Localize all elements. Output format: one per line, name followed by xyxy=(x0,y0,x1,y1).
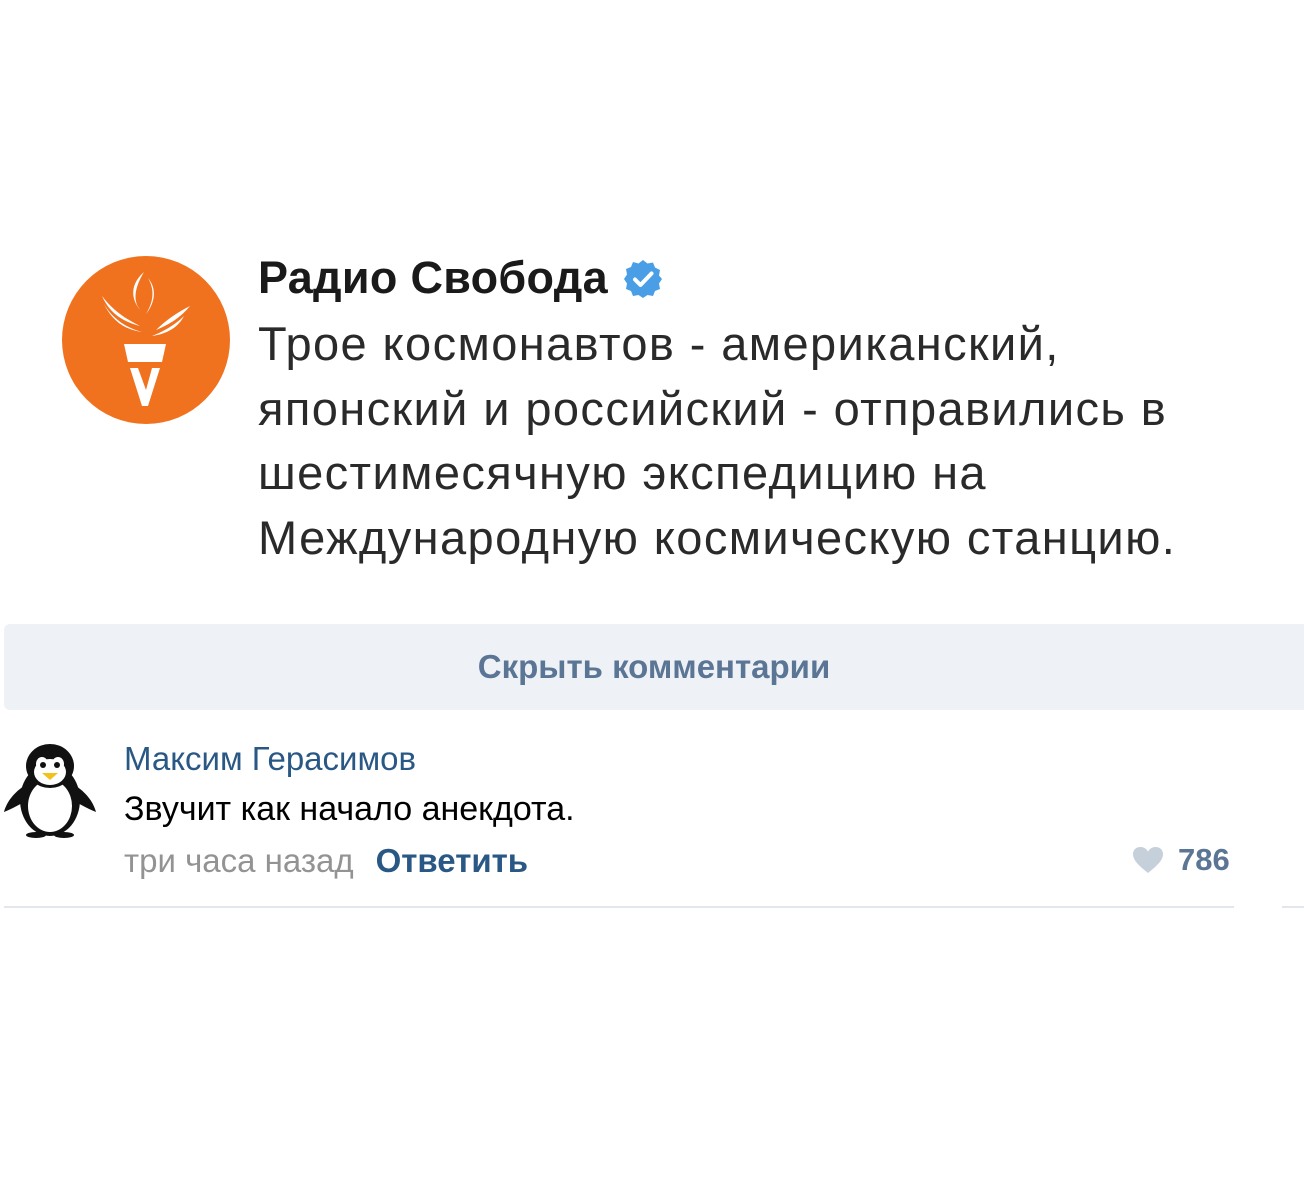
reply-button[interactable]: Ответить xyxy=(376,842,529,880)
radio-liberty-torch-logo-icon xyxy=(62,256,230,424)
hide-comments-button[interactable]: Скрыть комментарии xyxy=(4,624,1304,710)
hide-comments-label: Скрыть комментарии xyxy=(477,648,831,685)
comment-timestamp[interactable]: три часа назад xyxy=(124,842,354,880)
commenter-avatar[interactable] xyxy=(4,742,96,838)
comment-text: Звучит как начало анекдота. xyxy=(124,790,575,828)
verified-checkmark-icon xyxy=(622,258,664,300)
post-author-name[interactable]: Радио Свобода xyxy=(258,252,608,304)
heart-icon xyxy=(1132,846,1164,874)
post-author-avatar[interactable] xyxy=(62,256,230,424)
penguin-avatar-icon xyxy=(4,744,96,838)
comment: Максим Герасимов Звучит как начало анекд… xyxy=(0,720,1304,910)
post-text: Трое космонавтов - американский, японски… xyxy=(258,317,1177,564)
comment-divider-tail xyxy=(1282,906,1304,908)
commenter-name[interactable]: Максим Герасимов xyxy=(124,740,416,778)
comment-divider xyxy=(4,906,1234,908)
comment-meta: три часа назад Ответить xyxy=(124,842,528,880)
post: Радио Свобода Трое космонавтов - америка… xyxy=(0,0,1304,620)
like-count: 786 xyxy=(1178,842,1230,877)
like-button[interactable]: 786 xyxy=(1132,842,1230,878)
post-author-row: Радио Свобода xyxy=(258,250,664,306)
